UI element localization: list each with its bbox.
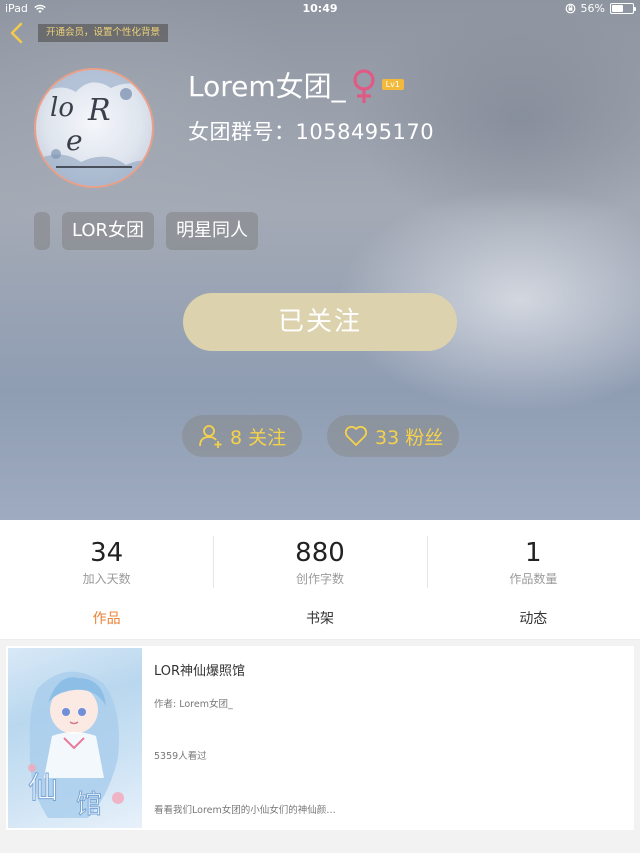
svg-text:R: R: [87, 93, 111, 128]
status-time: 10:49: [302, 2, 338, 15]
stat-works-count: 1 作品数量: [426, 520, 640, 598]
fans-count: 33 粉丝: [375, 426, 444, 449]
add-user-icon: [199, 425, 222, 448]
back-icon[interactable]: [8, 22, 26, 44]
battery-tip: [634, 7, 636, 11]
avatar[interactable]: lo R e: [34, 68, 154, 188]
work-cover: 仙 馆: [8, 648, 142, 828]
stat-value: 34: [90, 538, 124, 568]
follow-button[interactable]: 已关注: [183, 293, 457, 351]
avatar-image: lo R e: [36, 70, 152, 186]
svg-text:仙: 仙: [28, 771, 58, 806]
stat-label: 作品数量: [509, 572, 558, 586]
level-badge: Lv1: [381, 78, 404, 90]
svg-text:馆: 馆: [76, 790, 102, 820]
cover-illustration: 仙 馆: [28, 671, 124, 821]
profile-page: iPad 10:49 56% 开通会员，设置个性化背景 lo R e Lorem…: [0, 0, 640, 853]
heart-icon: [344, 425, 368, 446]
stat-label: 加入天数: [82, 572, 131, 586]
tag-item[interactable]: LOR女团: [62, 212, 155, 250]
battery-fill: [612, 5, 623, 12]
username-row: Lorem女团_ Lv1: [188, 68, 404, 106]
work-views: 5359人看过: [154, 751, 207, 762]
stat-label: 创作字数: [295, 572, 344, 586]
svg-text:lo: lo: [50, 93, 74, 123]
tag-list: LOR女团 明星同人: [34, 212, 259, 250]
work-description: 看看我们Lorem女团的小仙女们的神仙颜…: [154, 805, 336, 816]
female-icon: [353, 69, 375, 103]
tag-item[interactable]: 明星同人: [166, 212, 259, 250]
profile-header-background: iPad 10:49 56% 开通会员，设置个性化背景 lo R e Lorem…: [0, 0, 640, 520]
stat-value: 880: [295, 538, 345, 568]
tab-bookshelf[interactable]: 书架: [213, 598, 426, 639]
status-bar: iPad 10:49 56%: [0, 0, 640, 18]
work-author: 作者: Lorem女团_: [154, 699, 233, 710]
battery-percent: 56%: [580, 2, 605, 15]
tab-bar: 作品 书架 动态: [0, 598, 640, 640]
following-count: 8 关注: [230, 426, 287, 449]
stat-days-joined: 34 加入天数: [0, 520, 213, 598]
stat-word-count: 880 创作字数: [213, 520, 426, 598]
vip-background-banner[interactable]: 开通会员，设置个性化背景: [38, 24, 169, 42]
svg-text:e: e: [66, 124, 83, 157]
works-list: 仙 馆 LOR神仙爆照馆 作者: Lorem女团_ 5359人看过 看看我们Lo…: [0, 640, 640, 853]
status-right: 56%: [565, 2, 636, 15]
rotation-lock-icon: [565, 3, 575, 14]
stat-value: 1: [525, 538, 542, 568]
tab-activity[interactable]: 动态: [427, 598, 640, 639]
work-title: LOR神仙爆照馆: [154, 664, 246, 679]
username: Lorem女团_: [188, 70, 346, 103]
stats-bar: 34 加入天数 880 创作字数 1 作品数量: [0, 520, 640, 598]
work-card[interactable]: 仙 馆 LOR神仙爆照馆 作者: Lorem女团_ 5359人看过 看看我们Lo…: [6, 646, 634, 830]
battery-icon: [610, 3, 636, 14]
following-button[interactable]: 8 关注: [182, 415, 303, 457]
group-id: 女团群号：1058495170: [188, 120, 435, 144]
fans-button[interactable]: 33 粉丝: [327, 415, 460, 457]
tag-item[interactable]: [34, 212, 50, 250]
tab-works[interactable]: 作品: [0, 598, 213, 639]
